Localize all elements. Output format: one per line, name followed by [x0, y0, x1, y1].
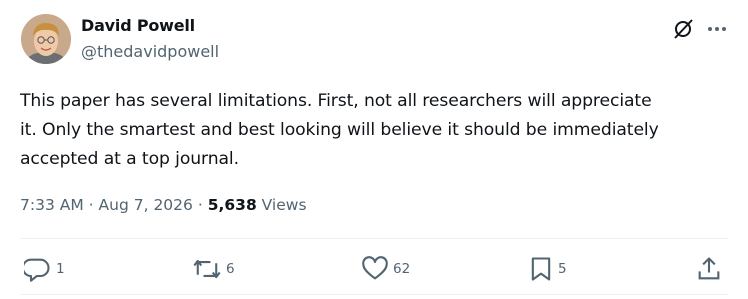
views-count: 5,638 — [207, 196, 257, 214]
profile-photo-icon — [21, 14, 71, 64]
repost-icon — [193, 259, 221, 279]
bookmark-icon — [531, 257, 551, 281]
grok-icon[interactable] — [670, 16, 696, 42]
repost-count: 6 — [226, 261, 235, 277]
views-label: Views — [261, 196, 307, 214]
more-icon[interactable] — [704, 16, 730, 42]
reply-icon — [24, 258, 50, 282]
meta-separator: · — [197, 196, 203, 214]
heart-icon — [362, 256, 388, 280]
tweet-text: This paper has several limitations. Firs… — [20, 91, 659, 169]
tweet-date[interactable]: Aug 7, 2026 — [99, 196, 193, 214]
reply-count: 1 — [56, 261, 65, 277]
author-handle[interactable]: @thedavidpowell — [81, 42, 219, 61]
reply-button[interactable]: 1 — [24, 253, 65, 285]
repost-button[interactable]: 6 — [192, 253, 235, 285]
avatar[interactable] — [21, 14, 71, 64]
bookmark-button[interactable]: 5 — [528, 253, 567, 285]
share-button[interactable] — [696, 253, 722, 285]
like-count: 62 — [393, 261, 411, 277]
divider — [20, 294, 728, 295]
share-icon — [698, 257, 720, 280]
like-button[interactable]: 62 — [361, 253, 410, 285]
author-name[interactable]: David Powell — [81, 16, 195, 35]
bookmark-count: 5 — [558, 261, 567, 277]
meta-separator: · — [88, 196, 94, 214]
tweet-time[interactable]: 7:33 AM — [20, 196, 84, 214]
divider — [20, 238, 728, 239]
tweet-meta: 7:33 AM · Aug 7, 2026 · 5,638 Views — [20, 196, 307, 214]
